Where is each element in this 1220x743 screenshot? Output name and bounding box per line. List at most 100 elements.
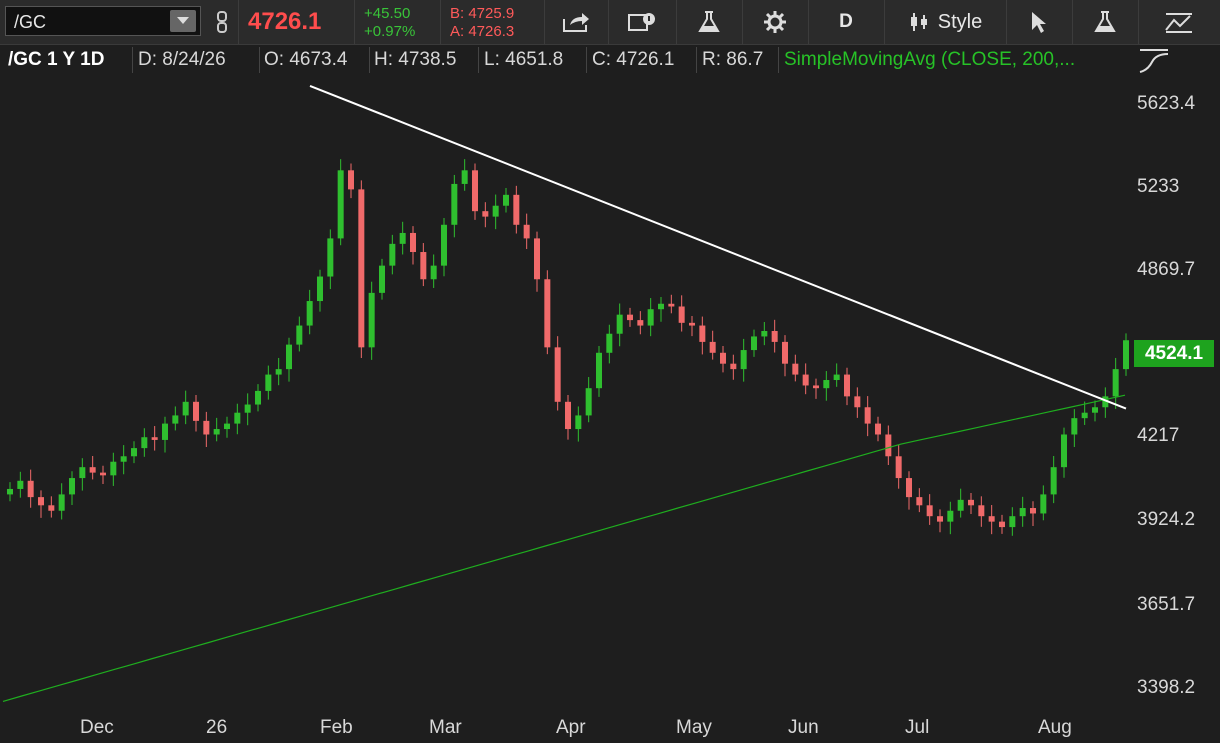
candle-body — [131, 448, 137, 457]
cursor-icon — [1032, 12, 1046, 33]
y-tick-label: 4217 — [1137, 425, 1180, 446]
divider — [259, 47, 260, 73]
candle-body — [833, 374, 840, 381]
change-cell — [354, 0, 441, 44]
candle-body — [761, 331, 768, 337]
candle-body — [1030, 508, 1036, 514]
candle-body — [916, 497, 923, 506]
candle-body — [1112, 369, 1119, 397]
x-tick-label: Dec — [80, 717, 114, 738]
candle-body — [864, 407, 871, 424]
x-tick-label: Jun — [788, 717, 819, 738]
studies-button[interactable] — [676, 0, 743, 44]
candle-body — [978, 505, 985, 517]
candle-body — [699, 325, 706, 342]
divider — [696, 47, 697, 73]
candle-body — [751, 336, 757, 351]
candle-body — [389, 243, 396, 266]
studies-quick-button[interactable] — [1072, 0, 1139, 44]
candle-body — [17, 480, 24, 489]
period-label: D — [839, 11, 853, 32]
candle-body — [162, 423, 168, 440]
curve-icon — [1139, 49, 1169, 73]
candle-body — [1019, 508, 1026, 517]
chart-settings-button[interactable] — [608, 0, 677, 44]
candle-body — [1071, 418, 1078, 435]
candle-body — [792, 363, 799, 375]
candle-body — [730, 363, 737, 370]
link-icon[interactable] — [205, 0, 239, 44]
candle-body — [906, 478, 912, 498]
x-tick-label: 26 — [206, 717, 228, 738]
style-button[interactable]: Style — [884, 0, 1007, 44]
candle-body — [151, 437, 158, 440]
candle-body — [534, 238, 540, 280]
sma-price-tag: 4524.1 — [1134, 340, 1214, 367]
candle-body — [368, 292, 375, 348]
candle-body — [637, 320, 644, 326]
chart-symbol-label: /GC 1 Y 1D — [8, 49, 105, 70]
chevron-down-icon — [177, 17, 189, 24]
candle-body — [337, 170, 344, 239]
symbol-dropdown-button[interactable] — [170, 10, 196, 32]
chart-plot-area[interactable] — [0, 75, 1132, 715]
settings-button[interactable] — [742, 0, 809, 44]
candle-body — [182, 401, 189, 416]
candle-body — [813, 385, 819, 389]
candle-body — [988, 516, 995, 522]
candle-body — [616, 314, 623, 334]
candle-body — [802, 374, 809, 386]
candle-body — [89, 467, 96, 473]
candle-body — [968, 499, 974, 506]
candle-body — [69, 478, 75, 495]
share-button[interactable] — [544, 0, 609, 44]
y-tick-label: 3398.2 — [1137, 677, 1196, 698]
candle-body — [895, 456, 902, 479]
study-label[interactable]: SimpleMovingAvg (CLOSE, 200,... — [784, 49, 1075, 71]
candle-body — [7, 488, 13, 495]
candle-body — [38, 497, 44, 506]
candle-body — [689, 322, 695, 326]
candle-body — [451, 183, 458, 225]
candle-body — [1061, 434, 1067, 468]
y-tick-label: 3651.7 — [1137, 594, 1196, 615]
candle-body — [327, 238, 334, 277]
x-tick-label: Apr — [556, 717, 586, 738]
candle-body — [244, 404, 251, 413]
candle-body — [606, 333, 613, 353]
candle-body — [937, 516, 943, 522]
candle-body — [844, 374, 850, 397]
candle-body — [348, 170, 354, 190]
candle-body — [141, 437, 148, 449]
candle-body — [1092, 407, 1098, 413]
candle-body — [1040, 494, 1047, 514]
price-axis[interactable] — [1132, 75, 1220, 715]
candle-body — [854, 396, 861, 408]
range-value: R: 86.7 — [702, 49, 764, 70]
candle-body — [441, 224, 447, 266]
candle-body — [513, 194, 520, 225]
candle-body — [224, 423, 230, 430]
candle-body — [379, 265, 385, 293]
high-value: H: 4738.5 — [374, 49, 457, 70]
flask-icon — [698, 11, 720, 32]
symbol-input[interactable]: /GC — [5, 6, 201, 36]
drawings-button[interactable] — [1138, 0, 1220, 44]
divider — [478, 47, 479, 73]
close-value: C: 4726.1 — [592, 49, 675, 70]
candle-body — [213, 429, 220, 435]
candle-body — [193, 401, 199, 421]
candle-body — [172, 415, 179, 424]
period-button[interactable]: D — [808, 0, 885, 44]
y-tick-label: 4869.7 — [1137, 259, 1196, 280]
candle-body — [482, 211, 489, 217]
divider — [586, 47, 587, 73]
candle-body — [709, 341, 716, 353]
cursor-tool-button[interactable] — [1006, 0, 1073, 44]
candle-body — [523, 224, 530, 239]
low-value: L: 4651.8 — [484, 49, 564, 70]
candle-body — [296, 325, 303, 345]
expand-chart-button[interactable] — [1134, 46, 1174, 76]
candlestick-icon — [910, 13, 927, 31]
candle-body — [668, 303, 675, 307]
